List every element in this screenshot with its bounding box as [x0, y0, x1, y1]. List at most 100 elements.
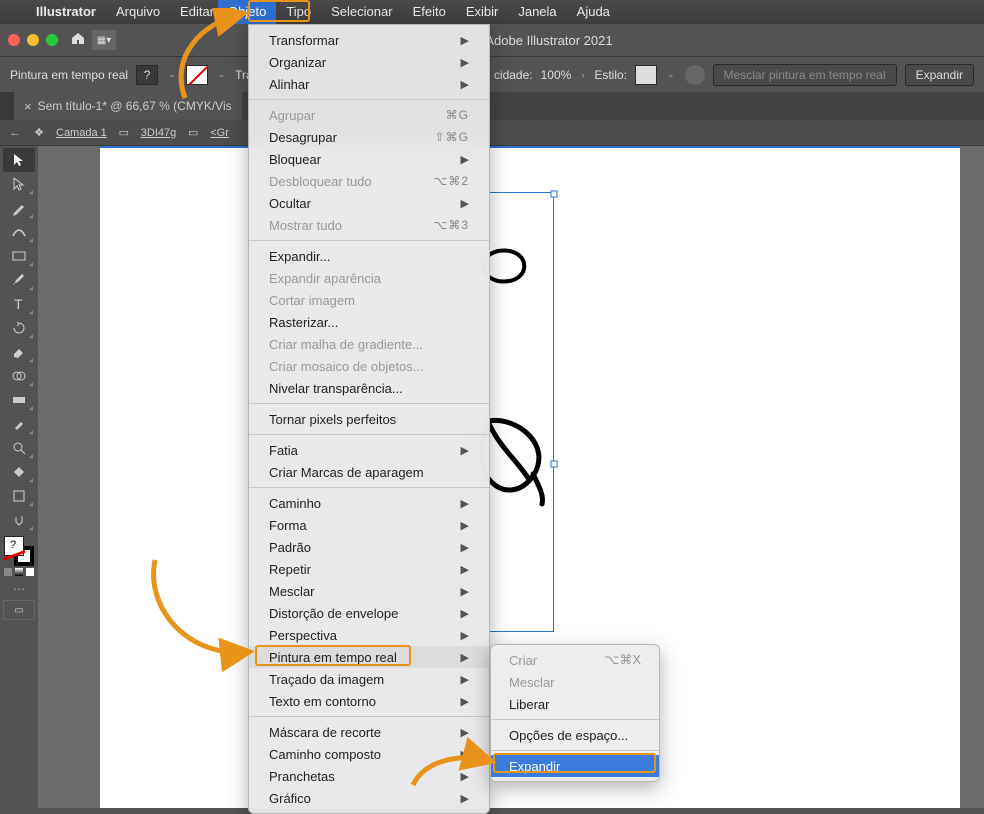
- menu-item[interactable]: Máscara de recorte▶: [249, 721, 489, 743]
- chevron-down-icon[interactable]: ⌄: [665, 69, 677, 80]
- opacity-value[interactable]: 100%: [541, 68, 572, 82]
- control-bar: Pintura em tempo real ? ⌄ ⌄ Traça cidade…: [0, 56, 984, 92]
- opacity-label: cidade:: [494, 68, 533, 82]
- menu-item[interactable]: Expandir...: [249, 245, 489, 267]
- eyedropper-tool[interactable]: [3, 412, 35, 436]
- color-mode-swatch[interactable]: [26, 568, 34, 576]
- breadcrumb-layer[interactable]: Camada 1: [56, 127, 107, 139]
- shape-builder-tool[interactable]: [3, 364, 35, 388]
- close-window-icon[interactable]: [8, 34, 20, 46]
- submenu-item[interactable]: Expandir: [491, 755, 659, 777]
- menu-objeto[interactable]: Objeto: [218, 0, 276, 24]
- document-tab[interactable]: × Sem título-1* @ 66,67 % (CMYK/Vis: [14, 92, 242, 120]
- menu-item[interactable]: Texto em contorno▶: [249, 690, 489, 712]
- menu-efeito[interactable]: Efeito: [403, 0, 456, 24]
- menu-item: Cortar imagem: [249, 289, 489, 311]
- type-tool[interactable]: T: [3, 292, 35, 316]
- menu-item[interactable]: Distorção de envelope▶: [249, 602, 489, 624]
- menu-item: Desbloquear tudo⌥⌘2: [249, 170, 489, 192]
- hand-tool[interactable]: [3, 508, 35, 532]
- fill-stroke-colors[interactable]: [4, 536, 34, 566]
- chevron-down-icon[interactable]: ⌄: [166, 69, 178, 80]
- menu-editar[interactable]: Editar: [170, 0, 218, 24]
- menu-item[interactable]: Organizar▶: [249, 51, 489, 73]
- menu-item[interactable]: Ocultar▶: [249, 192, 489, 214]
- menu-arquivo[interactable]: Arquivo: [106, 0, 170, 24]
- menu-item: Mostrar tudo⌥⌘3: [249, 214, 489, 236]
- pen-tool[interactable]: [3, 196, 35, 220]
- menu-item[interactable]: Pranchetas▶: [249, 765, 489, 787]
- live-paint-tool[interactable]: [3, 460, 35, 484]
- minimize-window-icon[interactable]: [27, 34, 39, 46]
- menu-item[interactable]: Padrão▶: [249, 536, 489, 558]
- menu-item: Expandir aparência: [249, 267, 489, 289]
- toolbox: T ⋯ ▭: [0, 146, 38, 808]
- stroke-swatch[interactable]: [186, 65, 208, 85]
- isolation-breadcrumb: ← ❖ Camada 1 ▭ 3DI47g ▭ <Gr: [0, 120, 984, 146]
- chevron-down-icon[interactable]: ⌄: [216, 69, 228, 80]
- submenu-item[interactable]: Liberar: [491, 693, 659, 715]
- menu-item[interactable]: Caminho composto▶: [249, 743, 489, 765]
- more-tools-icon[interactable]: ⋯: [13, 582, 25, 596]
- menu-item[interactable]: Bloquear▶: [249, 148, 489, 170]
- menu-item[interactable]: Criar Marcas de aparagem: [249, 461, 489, 483]
- fill-color-icon[interactable]: [4, 536, 24, 556]
- recolor-artwork-icon[interactable]: [685, 65, 705, 85]
- menu-tipo[interactable]: Tipo: [276, 0, 321, 24]
- fullscreen-window-icon[interactable]: [46, 34, 58, 46]
- active-tool-label: Pintura em tempo real: [10, 68, 128, 82]
- menu-item[interactable]: Nivelar transparência...: [249, 377, 489, 399]
- menu-item[interactable]: Rasterizar...: [249, 311, 489, 333]
- menu-item[interactable]: Alinhar▶: [249, 73, 489, 95]
- rotate-tool[interactable]: [3, 316, 35, 340]
- menu-exibir[interactable]: Exibir: [456, 0, 509, 24]
- menu-item[interactable]: Gráfico▶: [249, 787, 489, 809]
- menu-item[interactable]: Mesclar▶: [249, 580, 489, 602]
- menu-item[interactable]: Forma▶: [249, 514, 489, 536]
- eraser-tool[interactable]: [3, 340, 35, 364]
- menu-item[interactable]: Desagrupar⇧⌘G: [249, 126, 489, 148]
- menu-janela[interactable]: Janela: [508, 0, 566, 24]
- artboard-tool[interactable]: [3, 484, 35, 508]
- close-tab-icon[interactable]: ×: [24, 99, 32, 114]
- paintbrush-tool[interactable]: [3, 268, 35, 292]
- selection-tool[interactable]: [3, 148, 35, 172]
- submenu-item[interactable]: Opções de espaço...: [491, 724, 659, 746]
- menu-item[interactable]: Caminho▶: [249, 492, 489, 514]
- group-icon: ▭: [117, 126, 131, 140]
- menu-item[interactable]: Repetir▶: [249, 558, 489, 580]
- color-mode-swatch[interactable]: [15, 568, 23, 576]
- menu-item[interactable]: Fatia▶: [249, 439, 489, 461]
- selection-handle[interactable]: [551, 191, 558, 198]
- menu-item[interactable]: Pintura em tempo real▶: [249, 646, 489, 668]
- fill-swatch[interactable]: ?: [136, 65, 158, 85]
- color-mode-swatch[interactable]: [4, 568, 12, 576]
- live-paint-submenu: Criar⌥⌘XMesclarLiberarOpções de espaço..…: [490, 644, 660, 782]
- menu-item[interactable]: Transformar▶: [249, 29, 489, 51]
- rectangle-tool[interactable]: [3, 244, 35, 268]
- direct-selection-tool[interactable]: [3, 172, 35, 196]
- chevron-right-icon[interactable]: ›: [579, 70, 586, 80]
- breadcrumb-group1[interactable]: 3DI47g: [141, 127, 176, 139]
- color-mode-row: [3, 568, 35, 576]
- home-icon[interactable]: [70, 30, 86, 51]
- merge-live-paint-button[interactable]: Mesclar pintura em tempo real: [713, 64, 897, 86]
- object-menu: Transformar▶Organizar▶Alinhar▶Agrupar⌘GD…: [248, 24, 490, 814]
- curvature-tool[interactable]: [3, 220, 35, 244]
- panel-toggle[interactable]: [0, 92, 14, 120]
- submenu-item: Mesclar: [491, 671, 659, 693]
- expand-button[interactable]: Expandir: [905, 64, 974, 86]
- menu-ajuda[interactable]: Ajuda: [567, 0, 620, 24]
- graphic-style-swatch[interactable]: [635, 65, 657, 85]
- gradient-tool[interactable]: [3, 388, 35, 412]
- workspace-switcher[interactable]: ▦▾: [92, 30, 116, 50]
- zoom-tool[interactable]: [3, 436, 35, 460]
- menu-selecionar[interactable]: Selecionar: [321, 0, 402, 24]
- app-name[interactable]: Illustrator: [26, 0, 106, 24]
- edit-toolbar-button[interactable]: ▭: [3, 600, 35, 620]
- menu-item[interactable]: Tornar pixels perfeitos: [249, 408, 489, 430]
- breadcrumb-group2[interactable]: <Gr: [210, 127, 229, 139]
- menu-item[interactable]: Traçado da imagem▶: [249, 668, 489, 690]
- back-arrow-icon[interactable]: ←: [8, 126, 22, 140]
- menu-item[interactable]: Perspectiva▶: [249, 624, 489, 646]
